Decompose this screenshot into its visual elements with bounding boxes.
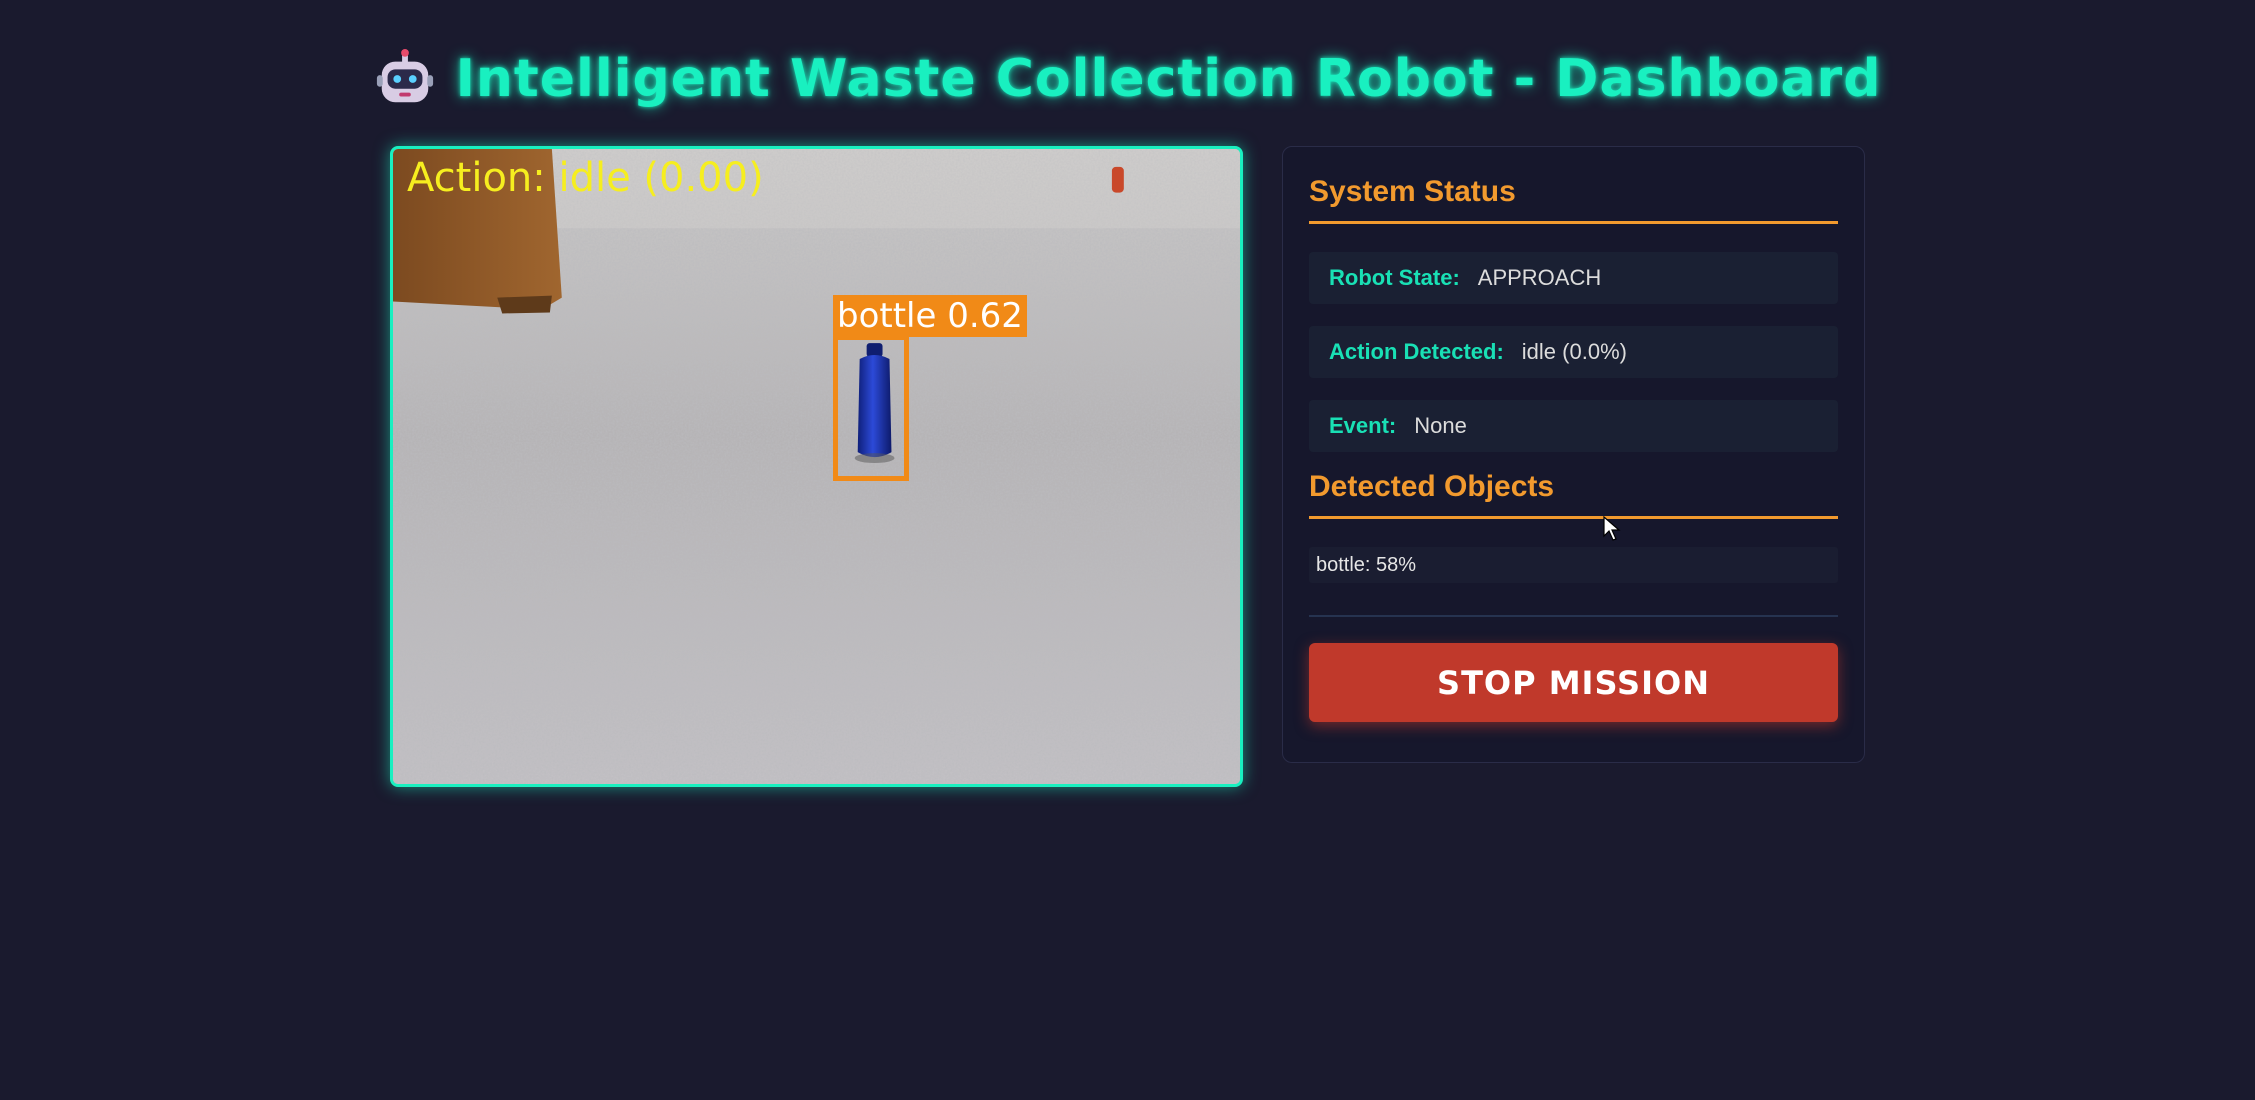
action-overlay-text: Action: idle (0.00)	[407, 155, 764, 201]
status-panel: System Status Robot State: APPROACH Acti…	[1282, 146, 1865, 763]
robot-icon	[376, 48, 433, 103]
robot-state-label: Robot State:	[1329, 265, 1460, 290]
page-title: Intelligent Waste Collection Robot - Das…	[455, 49, 1882, 109]
stop-mission-button[interactable]: STOP MISSION	[1309, 643, 1838, 722]
event-label: Event:	[1329, 413, 1397, 438]
detected-objects-heading: Detected Objects	[1309, 452, 1838, 519]
panel-divider	[1309, 615, 1838, 617]
system-status-heading: System Status	[1309, 147, 1838, 224]
action-detected-value: idle (0.0%)	[1521, 339, 1627, 364]
camera-feed: Action: idle (0.00) bottle 0.62	[390, 146, 1243, 787]
robot-state-row: Robot State: APPROACH	[1309, 252, 1838, 304]
detection-bounding-box	[833, 335, 909, 481]
event-value: None	[1414, 413, 1467, 438]
detection-label: bottle 0.62	[833, 295, 1027, 337]
action-detected-label: Action Detected:	[1329, 339, 1504, 364]
mouse-pointer-icon	[1603, 516, 1621, 541]
event-row: Event: None	[1309, 400, 1838, 452]
camera-frame	[393, 149, 1240, 784]
red-can	[1111, 166, 1124, 193]
action-detected-row: Action Detected: idle (0.0%)	[1309, 326, 1838, 378]
detected-object-item: bottle: 58%	[1309, 547, 1838, 583]
page-header: Intelligent Waste Collection Robot - Das…	[0, 48, 2255, 110]
robot-state-value: APPROACH	[1477, 265, 1602, 290]
